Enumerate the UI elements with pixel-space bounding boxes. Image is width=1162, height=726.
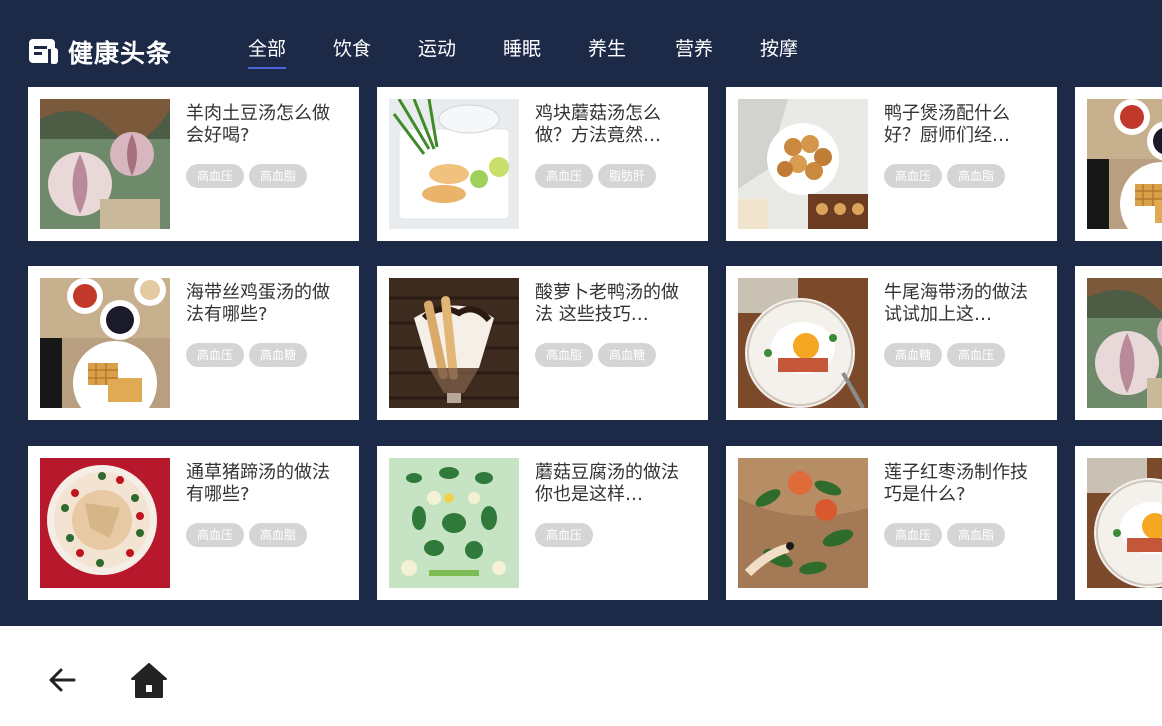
article-title: 海带丝鸡蛋汤的做法有哪些? bbox=[186, 282, 330, 325]
article-card[interactable] bbox=[1075, 446, 1162, 600]
article-card[interactable]: 蘑菇豆腐汤的做法 你也是这样… 高血压 bbox=[377, 446, 708, 600]
waffles-thumbnail bbox=[1087, 99, 1162, 229]
health-tag: 高血糖 bbox=[598, 343, 657, 367]
tab-1[interactable]: 饮食 bbox=[333, 34, 371, 67]
health-tag: 高血压 bbox=[186, 164, 245, 188]
article-icon bbox=[29, 39, 58, 64]
health-tag: 高血压 bbox=[535, 523, 594, 547]
health-tag: 高血糖 bbox=[884, 343, 943, 367]
article-card[interactable]: 鸭子煲汤配什么好？厨师们经… 高血压 高血脂 bbox=[726, 87, 1057, 241]
health-tag: 高血压 bbox=[186, 343, 245, 367]
article-card[interactable]: 海带丝鸡蛋汤的做法有哪些? 高血压 高血糖 bbox=[28, 266, 359, 420]
health-tag: 高血压 bbox=[884, 164, 943, 188]
tag-list: 高血糖 高血压 bbox=[884, 343, 1010, 367]
brand: 健康头条 bbox=[28, 34, 172, 70]
tag-list: 高血压 脂肪肝 bbox=[535, 164, 661, 188]
tag-list: 高血压 bbox=[535, 523, 598, 547]
fried-egg-thumbnail bbox=[1087, 458, 1162, 588]
health-tag: 高血压 bbox=[186, 523, 245, 547]
health-tag: 高血压 bbox=[947, 343, 1006, 367]
article-title: 通草猪蹄汤的做法有哪些? bbox=[186, 462, 330, 505]
dessert-thumbnail bbox=[40, 458, 170, 588]
back-arrow-icon bbox=[49, 668, 76, 692]
tag-list: 高血压 高血脂 bbox=[186, 523, 312, 547]
tag-list: 高血压 高血糖 bbox=[186, 343, 312, 367]
garlic-thumbnail bbox=[1087, 278, 1162, 408]
article-title: 酸萝卜老鸭汤的做法 这些技巧… bbox=[535, 282, 679, 325]
health-tag: 高血压 bbox=[884, 523, 943, 547]
system-navbar bbox=[0, 626, 1162, 726]
health-tag: 高血脂 bbox=[947, 523, 1006, 547]
back-button[interactable] bbox=[42, 660, 82, 700]
home-icon bbox=[131, 663, 167, 698]
tab-6[interactable]: 按摩 bbox=[760, 34, 798, 67]
fried-egg-thumbnail bbox=[738, 278, 868, 408]
waffles-thumbnail bbox=[40, 278, 170, 408]
article-card[interactable] bbox=[1075, 266, 1162, 420]
article-title: 蘑菇豆腐汤的做法 你也是这样… bbox=[535, 462, 679, 505]
tag-list: 高血压 高血脂 bbox=[884, 164, 1010, 188]
home-button[interactable] bbox=[129, 660, 169, 700]
pastries-thumbnail bbox=[738, 99, 868, 229]
tab-2[interactable]: 运动 bbox=[418, 34, 456, 67]
article-card[interactable]: 莲子红枣汤制作技巧是什么? 高血压 高血脂 bbox=[726, 446, 1057, 600]
vegetables-thumbnail bbox=[389, 458, 519, 588]
health-tag: 高血脂 bbox=[249, 523, 308, 547]
app-window: 健康头条 全部 饮食 运动 睡眠 养生 营养 按摩 羊肉土豆汤怎么做会好喝? 高血压 高血脂 鸡… bbox=[0, 0, 1162, 626]
article-card[interactable]: 鸡块蘑菇汤怎么做？方法竟然… 高血压 脂肪肝 bbox=[377, 87, 708, 241]
article-title: 鸭子煲汤配什么好？厨师们经… bbox=[884, 103, 1010, 146]
health-tag: 高血压 bbox=[535, 164, 594, 188]
article-card[interactable]: 通草猪蹄汤的做法有哪些? 高血压 高血脂 bbox=[28, 446, 359, 600]
article-title: 莲子红枣汤制作技巧是什么? bbox=[884, 462, 1028, 505]
article-card[interactable]: 羊肉土豆汤怎么做会好喝? 高血压 高血脂 bbox=[28, 87, 359, 241]
tag-list: 高血压 高血脂 bbox=[186, 164, 312, 188]
health-tag: 高血脂 bbox=[249, 164, 308, 188]
tab-0[interactable]: 全部 bbox=[248, 34, 287, 69]
article-card[interactable] bbox=[1075, 87, 1162, 241]
article-card[interactable]: 酸萝卜老鸭汤的做法 这些技巧… 高血脂 高血糖 bbox=[377, 266, 708, 420]
tag-list: 高血脂 高血糖 bbox=[535, 343, 661, 367]
tab-3[interactable]: 睡眠 bbox=[503, 34, 541, 67]
app-title: 健康头条 bbox=[68, 39, 173, 68]
ice-cream-thumbnail bbox=[389, 278, 519, 408]
tag-list: 高血压 高血脂 bbox=[884, 523, 1010, 547]
health-tag: 高血糖 bbox=[249, 343, 308, 367]
apples-thumbnail bbox=[738, 458, 868, 588]
tab-5[interactable]: 营养 bbox=[675, 34, 713, 67]
header: 健康头条 全部 饮食 运动 睡眠 养生 营养 按摩 bbox=[0, 0, 1162, 92]
health-tag: 高血脂 bbox=[535, 343, 594, 367]
article-title: 鸡块蘑菇汤怎么做？方法竟然… bbox=[535, 103, 661, 146]
garlic-thumbnail bbox=[40, 99, 170, 229]
health-tag: 高血脂 bbox=[947, 164, 1006, 188]
article-card[interactable]: 牛尾海带汤的做法 试试加上这… 高血糖 高血压 bbox=[726, 266, 1057, 420]
plate-greens-thumbnail bbox=[389, 99, 519, 229]
health-tag: 脂肪肝 bbox=[598, 164, 657, 188]
tab-4[interactable]: 养生 bbox=[588, 34, 626, 67]
article-title: 羊肉土豆汤怎么做会好喝? bbox=[186, 103, 330, 146]
article-title: 牛尾海带汤的做法 试试加上这… bbox=[884, 282, 1028, 325]
